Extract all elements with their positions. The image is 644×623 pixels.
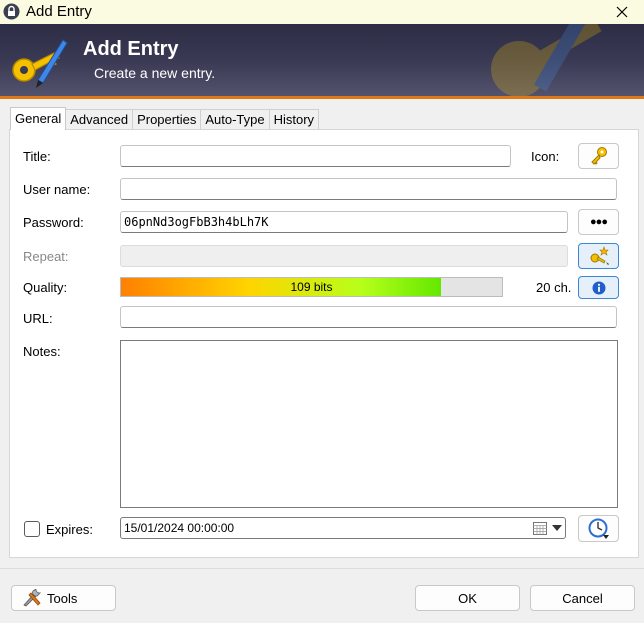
expiry-date-picker[interactable]: 15/01/2024 00:00:00 (120, 517, 566, 539)
notes-textarea[interactable] (120, 340, 618, 508)
banner-divider (0, 96, 644, 99)
key-generate-icon (590, 246, 609, 265)
cancel-button[interactable]: Cancel (530, 585, 635, 611)
expiry-date-value: 15/01/2024 00:00:00 (124, 521, 235, 535)
footer-divider (0, 568, 644, 569)
icon-label: Icon: (531, 149, 560, 164)
password-label: Password: (23, 215, 84, 230)
lock-app-icon (3, 3, 20, 20)
banner-heading: Add Entry (83, 38, 179, 60)
key-icon (590, 147, 607, 165)
tab-history[interactable]: History (268, 109, 320, 130)
ok-button[interactable]: OK (415, 585, 520, 611)
window-title: Add Entry (26, 3, 92, 20)
tab-general[interactable]: General (10, 107, 67, 130)
close-icon (616, 6, 628, 18)
url-input[interactable] (120, 306, 617, 328)
key-pen-logo-icon (12, 39, 68, 88)
tools-button[interactable]: Tools (11, 585, 116, 611)
tab-advanced[interactable]: Advanced (65, 109, 134, 130)
password-quality-text: 109 bits (290, 280, 333, 294)
password-quality-bar: 109 bits (120, 277, 503, 297)
repeat-label: Repeat: (23, 249, 69, 264)
password-input[interactable]: 06pnNd3ogFbB3h4bLh7K (120, 211, 568, 233)
tools-icon (23, 589, 42, 607)
key-watermark-icon (491, 24, 602, 97)
quality-info-button[interactable] (578, 276, 619, 299)
repeat-password-input[interactable] (120, 245, 568, 267)
info-icon (592, 281, 605, 294)
username-label: User name: (23, 182, 91, 197)
url-label: URL: (23, 311, 53, 326)
expiry-presets-button[interactable] (578, 515, 619, 542)
username-input[interactable] (120, 178, 617, 200)
tab-properties[interactable]: Properties (132, 109, 202, 130)
tab-strip: General Advanced Properties Auto-Type Hi… (10, 107, 320, 130)
expires-label[interactable]: Expires: (46, 522, 93, 537)
banner-subheading: Create a new entry. (94, 65, 216, 81)
toggle-password-visibility-button[interactable]: ●●● (578, 209, 619, 235)
title-input[interactable] (120, 145, 511, 167)
tab-auto-type[interactable]: Auto-Type (200, 109, 270, 130)
expires-checkbox[interactable] (24, 521, 40, 537)
icon-picker-button[interactable] (578, 143, 619, 169)
calendar-icon[interactable] (533, 521, 547, 535)
password-length-text: 20 ch. (536, 280, 572, 295)
title-label: Title: (23, 149, 51, 164)
quality-label: Quality: (23, 280, 68, 295)
clock-icon (588, 518, 609, 539)
chevron-down-icon[interactable] (552, 525, 562, 531)
title-bar: Add Entry (0, 0, 644, 24)
password-generator-button[interactable] (578, 243, 619, 269)
header-banner: Add Entry Create a new entry. (0, 24, 644, 99)
close-button[interactable] (606, 0, 638, 24)
tools-button-label: Tools (47, 590, 78, 606)
notes-label: Notes: (23, 344, 61, 359)
